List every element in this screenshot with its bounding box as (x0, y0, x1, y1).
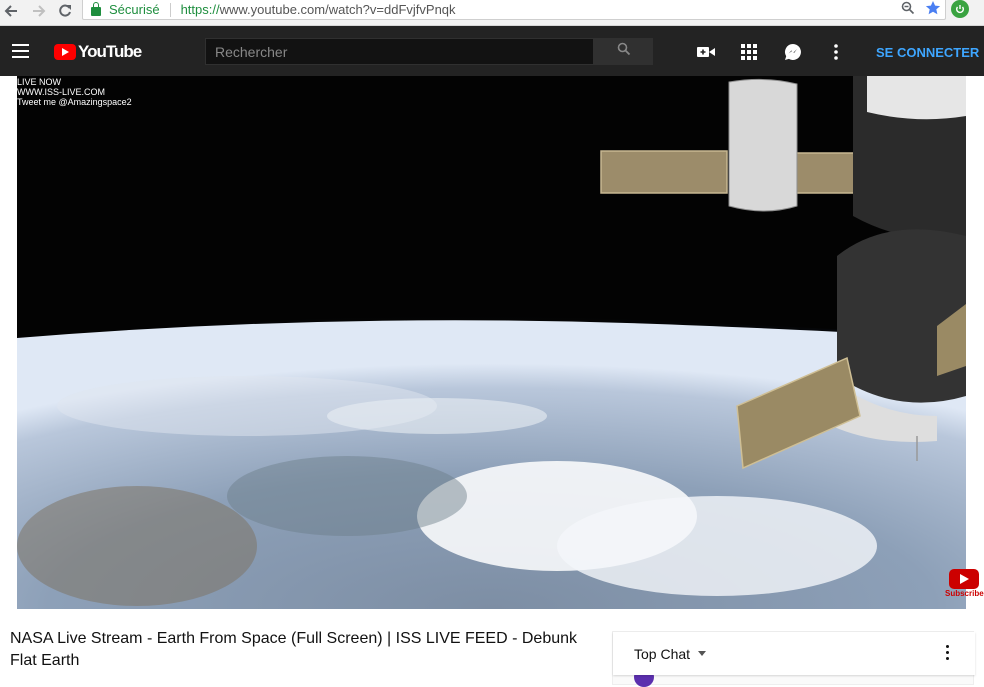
overlay-line: WWW.ISS-LIVE.COM (17, 87, 106, 97)
overlay-line: Tweet me @Amazingspace2 (17, 97, 132, 107)
subscribe-label: Subscribe (945, 589, 984, 598)
zoom-icon[interactable] (901, 1, 915, 20)
video-title: NASA Live Stream - Earth From Space (Ful… (10, 630, 578, 669)
logo-text: YouTube (78, 42, 142, 61)
bookmark-star-icon[interactable] (925, 0, 941, 21)
video-player[interactable]: LIVE NOW WWW.ISS-LIVE.COM Tweet me @Amaz… (17, 76, 966, 609)
sign-in-button[interactable]: SE CONNECTER (876, 45, 979, 60)
chat-more-icon[interactable] (946, 645, 950, 663)
youtube-masthead: YouTube SE CONNECTER (0, 26, 984, 76)
url-path: /watch?v=ddFvjfvPnqk (325, 2, 456, 17)
overlay-line: LIVE NOW (17, 77, 62, 87)
stream-overlay-text: LIVE NOW WWW.ISS-LIVE.COM Tweet me @Amaz… (17, 77, 132, 107)
url-text: https://www.youtube.com/watch?v=ddFvjfvP… (181, 2, 456, 17)
lock-icon (91, 1, 101, 16)
secure-label: Sécurisé (109, 2, 160, 17)
video-frame (17, 76, 966, 609)
search-bar (205, 38, 653, 65)
search-icon (617, 42, 631, 61)
extension-icon[interactable] (951, 0, 969, 18)
more-vert-icon[interactable] (826, 42, 846, 62)
youtube-logo[interactable]: YouTube (54, 42, 142, 62)
search-input[interactable] (205, 38, 594, 65)
address-bar[interactable]: Sécurisé https://www.youtube.com/watch?v… (82, 0, 946, 20)
messages-icon[interactable] (783, 42, 803, 62)
chevron-down-icon[interactable] (698, 651, 706, 656)
create-video-icon[interactable] (696, 42, 716, 62)
chat-header: Top Chat (613, 632, 975, 675)
menu-icon[interactable] (12, 44, 29, 62)
back-icon[interactable] (0, 0, 24, 22)
browser-toolbar: Sécurisé https://www.youtube.com/watch?v… (0, 0, 984, 26)
search-button[interactable] (594, 38, 653, 65)
live-chat: Valdir Souza Cade as estrelas ? Top Chat (612, 631, 975, 687)
subscribe-watermark[interactable]: Subscribe (945, 568, 984, 600)
reload-icon[interactable] (52, 0, 78, 22)
url-scheme: https:// (180, 2, 220, 17)
url-host: www.youtube.com (219, 2, 326, 17)
top-chat-dropdown[interactable]: Top Chat (634, 646, 690, 662)
forward-icon[interactable] (26, 0, 52, 22)
divider (169, 2, 171, 17)
youtube-play-icon (54, 44, 76, 60)
apps-grid-icon[interactable] (739, 42, 759, 62)
